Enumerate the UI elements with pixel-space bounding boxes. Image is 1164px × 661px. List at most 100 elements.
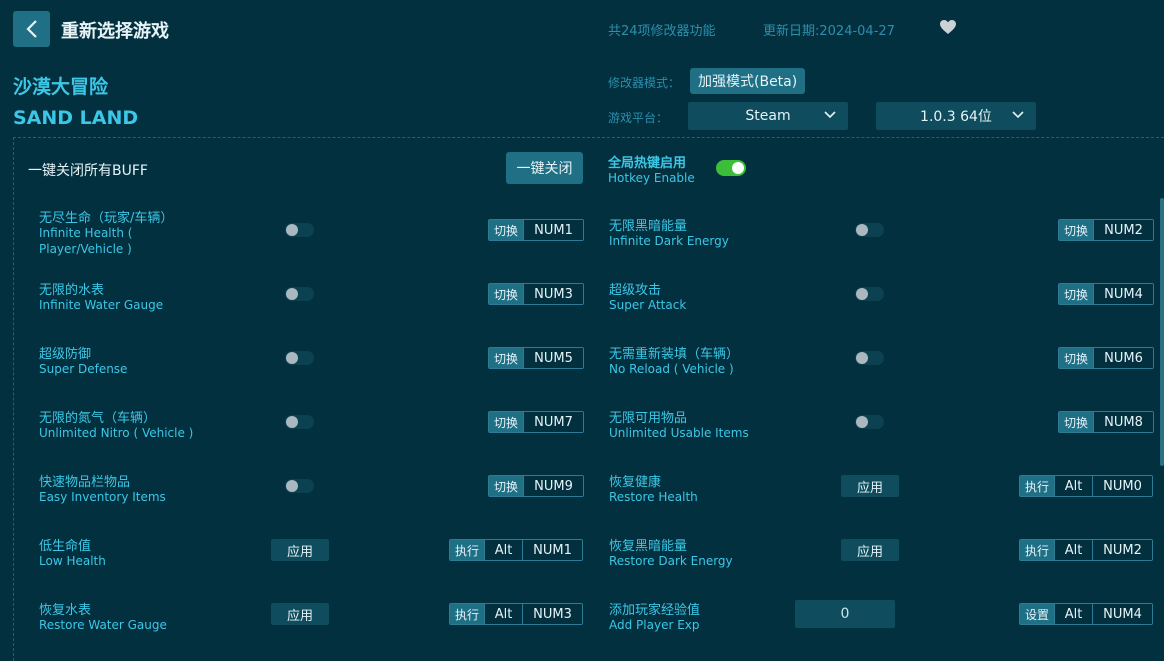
platform-label: 游戏平台： <box>608 111 669 125</box>
mode-label: 修改器模式： <box>608 76 681 90</box>
platform-value: Steam <box>745 108 791 124</box>
unlimited-items-toggle[interactable] <box>855 415 884 429</box>
super-attack-toggle[interactable] <box>855 287 884 301</box>
restore-dark-energy-apply-button[interactable]: 应用 <box>841 539 899 561</box>
hotkey-infinite-dark-energy[interactable]: 切换 NUM2 <box>1058 219 1154 241</box>
hotkey-key: NUM6 <box>1093 348 1153 368</box>
restore-health-apply-button[interactable]: 应用 <box>841 475 899 497</box>
scrollbar[interactable] <box>1160 198 1164 466</box>
option-label-en: Restore Health <box>609 490 698 504</box>
chevron-down-icon <box>1012 111 1024 119</box>
hotkey-infinite-health[interactable]: 切换 NUM1 <box>488 219 584 241</box>
hotkey-key: NUM4 <box>1092 604 1152 624</box>
super-defense-toggle[interactable] <box>285 351 314 365</box>
hotkey-enable-label-en: Hotkey Enable <box>608 171 695 185</box>
hotkey-enable-toggle[interactable] <box>716 160 746 176</box>
hotkey-unlimited-items[interactable]: 切换 NUM8 <box>1058 411 1154 433</box>
hotkey-key: NUM4 <box>1093 284 1153 304</box>
option-label-cn: 恢复黑暗能量 <box>609 539 688 554</box>
option-label-cn: 快速物品栏物品 <box>39 475 131 490</box>
hotkey-modifier: Alt <box>1054 476 1092 496</box>
low-health-apply-button[interactable]: 应用 <box>271 539 329 561</box>
hotkey-action: 切换 <box>489 348 523 368</box>
hotkey-action: 执行 <box>450 540 484 560</box>
hotkey-key: NUM1 <box>522 540 582 560</box>
option-label-cn: 恢复水表 <box>39 603 92 618</box>
hotkey-key: NUM9 <box>523 476 583 496</box>
hotkey-enable-label-cn: 全局热键启用 <box>608 156 687 171</box>
hotkey-unlimited-nitro[interactable]: 切换 NUM7 <box>488 411 584 433</box>
option-label-cn: 无限可用物品 <box>609 411 688 426</box>
hotkey-modifier: Alt <box>1054 540 1092 560</box>
infinite-health-toggle[interactable] <box>285 223 314 237</box>
unlimited-nitro-toggle[interactable] <box>285 415 314 429</box>
page-title: 重新选择游戏 <box>61 21 169 42</box>
hotkey-modifier: Alt <box>484 540 522 560</box>
hotkey-action: 切换 <box>489 284 523 304</box>
option-label-cn: 恢复健康 <box>609 475 662 490</box>
hotkey-restore-health[interactable]: 执行 Alt NUM0 <box>1019 475 1153 497</box>
platform-select[interactable]: Steam <box>688 102 848 130</box>
hotkey-super-attack[interactable]: 切换 NUM4 <box>1058 283 1154 305</box>
option-label-en: Unlimited Nitro ( Vehicle ) <box>39 426 194 440</box>
option-label-en: Restore Dark Energy <box>609 554 733 568</box>
chevron-down-icon <box>824 111 836 119</box>
option-label-cn: 无需重新装填（车辆） <box>609 347 740 362</box>
back-button[interactable] <box>13 11 50 47</box>
hotkey-key: NUM2 <box>1092 540 1152 560</box>
option-label-en: Infinite Dark Energy <box>609 234 729 248</box>
hotkey-action: 切换 <box>489 220 523 240</box>
hotkey-infinite-water[interactable]: 切换 NUM3 <box>488 283 584 305</box>
hotkey-action: 切换 <box>489 476 523 496</box>
hotkey-key: NUM3 <box>523 284 583 304</box>
hotkey-key: NUM0 <box>1092 476 1152 496</box>
chevron-left-icon <box>25 20 37 38</box>
hotkey-super-defense[interactable]: 切换 NUM5 <box>488 347 584 369</box>
restore-water-apply-button[interactable]: 应用 <box>271 603 329 625</box>
option-label-en: Easy Inventory Items <box>39 490 166 504</box>
hotkey-modifier: Alt <box>484 604 522 624</box>
feature-count: 共24项修改器功能 <box>608 24 716 39</box>
hotkey-easy-inventory[interactable]: 切换 NUM9 <box>488 475 584 497</box>
hotkey-action: 切换 <box>1059 220 1093 240</box>
option-label-en: Unlimited Usable Items <box>609 426 749 440</box>
hotkey-action: 执行 <box>450 604 484 624</box>
option-label-cn: 超级防御 <box>39 347 92 362</box>
option-label-en: Infinite Water Gauge <box>39 298 164 312</box>
option-label-cn: 超级攻击 <box>609 283 662 298</box>
hotkey-key: NUM8 <box>1093 412 1153 432</box>
infinite-dark-energy-toggle[interactable] <box>855 223 884 237</box>
infinite-water-toggle[interactable] <box>285 287 314 301</box>
hotkey-low-health[interactable]: 执行 Alt NUM1 <box>449 539 583 561</box>
option-label-cn: 无尽生命（玩家/车辆） <box>39 211 174 226</box>
game-name-en: SAND LAND <box>13 107 139 129</box>
player-exp-input[interactable]: 0 <box>795 600 895 628</box>
close-all-button[interactable]: 一键关闭 <box>506 152 583 184</box>
options-panel <box>13 137 1164 661</box>
hotkey-key: NUM1 <box>523 220 583 240</box>
hotkey-restore-water[interactable]: 执行 Alt NUM3 <box>449 603 583 625</box>
hotkey-action: 切换 <box>1059 348 1093 368</box>
option-label-en: Add Player Exp <box>609 618 700 632</box>
favorite-button[interactable] <box>939 19 957 39</box>
hotkey-no-reload[interactable]: 切换 NUM6 <box>1058 347 1154 369</box>
hotkey-action: 设置 <box>1020 604 1054 624</box>
version-value: 1.0.3 64位 <box>920 109 992 125</box>
hotkey-action: 切换 <box>1059 412 1093 432</box>
hotkey-key: NUM7 <box>523 412 583 432</box>
update-date: 更新日期:2024-04-27 <box>763 24 895 39</box>
version-select[interactable]: 1.0.3 64位 <box>876 102 1036 130</box>
hotkey-action: 切换 <box>489 412 523 432</box>
mode-button[interactable]: 加强模式(Beta) <box>690 68 806 94</box>
option-label-cn: 低生命值 <box>39 539 92 554</box>
hotkey-key: NUM3 <box>522 604 582 624</box>
close-all-buff-label: 一键关闭所有BUFF <box>28 163 148 179</box>
option-label-cn: 添加玩家经验值 <box>609 603 701 618</box>
hotkey-add-player-exp[interactable]: 设置 Alt NUM4 <box>1019 603 1153 625</box>
heart-icon <box>940 20 956 34</box>
hotkey-restore-dark-energy[interactable]: 执行 Alt NUM2 <box>1019 539 1153 561</box>
no-reload-toggle[interactable] <box>855 351 884 365</box>
hotkey-action: 执行 <box>1020 540 1054 560</box>
option-label-en: Infinite Health ( Player/Vehicle ) <box>39 226 133 256</box>
easy-inventory-toggle[interactable] <box>285 479 314 493</box>
